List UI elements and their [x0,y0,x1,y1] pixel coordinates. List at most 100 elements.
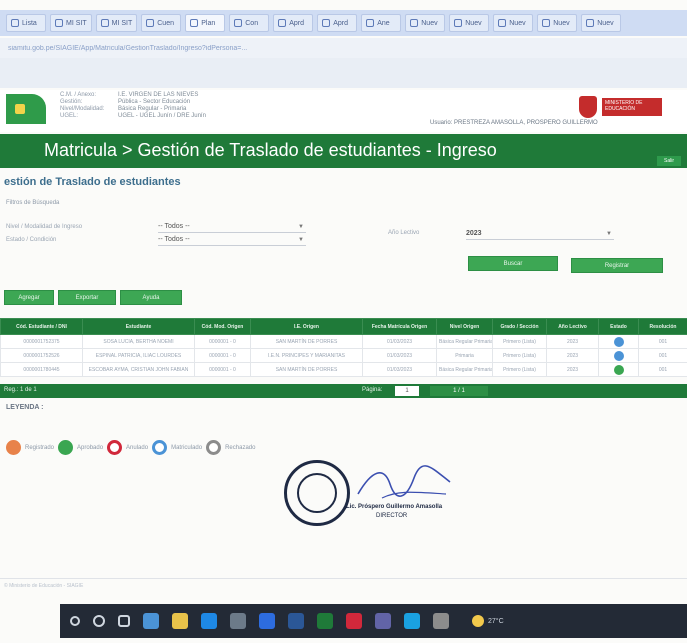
browser-tab[interactable]: Nuev [493,14,534,32]
browser-tab-strip: Lista MI SIT MI SIT Cuen Plan Con Aprd Aprd Ane N… [0,10,687,36]
tab-favicon-icon [498,19,507,27]
file-explorer-icon[interactable] [172,613,188,629]
table-row[interactable]: 0000001752375 SOSA LUCIA, BERTHA NOEMI 0… [0,334,687,349]
page-select[interactable]: 1 [395,386,419,396]
level-filter-value: -- Todos -- [158,223,190,230]
bookmarks-band [0,58,687,88]
settings-icon[interactable] [433,613,449,629]
browser-tab[interactable]: Nuev [405,14,446,32]
cell-status[interactable] [598,334,639,349]
legend-title: LEYENDA : [6,404,44,411]
browser-tab[interactable]: Lista [6,14,46,32]
browser-tab[interactable]: Plan [185,14,226,32]
cell-student: ESCOBAR AYMA, CRISTIAN JOHN FABIAN [82,362,195,377]
browser-tab[interactable]: MI SIT [95,14,138,32]
transfer-table: Cód. Estudiante / DNI Estudiante Cód. Mo… [0,318,687,377]
level-filter-select[interactable]: -- Todos -- ▼ [158,221,306,233]
column-header: Estudiante [82,318,195,335]
school-info-value: Pública - Sector Educación [118,99,191,105]
table-row[interactable]: 0000001752526 ESPINAL PATRICIA, ILIAC LO… [0,348,687,363]
cell-code: 0000001 - 0 [194,348,251,363]
browser-tab-label: Aprd [333,19,349,27]
footer-divider [0,578,687,579]
browser-tab-label: Nuev [509,19,526,27]
system-tray[interactable]: 27°C [472,615,504,627]
chrome-icon[interactable] [143,613,159,629]
cell-grade: Primero (Lista) [492,334,547,349]
browser-tab[interactable]: Nuev [537,14,578,32]
export-button[interactable]: Exportar [58,290,116,305]
school-info-label: C.M. / Anexo: [60,92,97,98]
powerpoint-icon[interactable] [346,613,362,629]
director-role: DIRECTOR [376,513,408,519]
official-seal-icon [284,460,350,526]
word-icon[interactable] [288,613,304,629]
tab-favicon-icon [11,19,19,27]
cell-status[interactable] [598,348,639,363]
state-filter-select[interactable]: -- Todos -- ▼ [158,234,306,246]
cell-level: Básica Regular Primaria [436,334,493,349]
browser-tab-label: Lista [22,19,37,27]
peru-shield-icon [579,96,597,118]
edge-icon[interactable] [201,613,217,629]
photos-icon[interactable] [404,613,420,629]
browser-tab[interactable]: Aprd [273,14,314,32]
cell-status[interactable] [598,362,639,377]
column-header: I.E. Origen [250,318,363,335]
exit-button[interactable]: Salir [657,156,681,166]
task-view-icon[interactable] [118,615,130,627]
cell-date: 01/03/2023 [362,348,437,363]
tab-favicon-icon [410,19,419,27]
column-header: Nivel Origen [436,318,493,335]
mail-icon[interactable] [259,613,275,629]
search-icon[interactable] [93,615,105,627]
status-aprobado-icon[interactable] [613,364,624,375]
search-button[interactable]: Buscar [468,256,558,271]
url-text[interactable]: siamitu.gob.pe/SIAGIE/App/Matricula/Gest… [8,45,528,52]
tab-favicon-icon [322,19,331,27]
app-header: C.M. / Anexo: I.E. VIRGEN DE LAS NIEVES G… [0,90,687,132]
tab-favicon-icon [55,19,63,27]
cell-date: 01/03/2023 [362,362,437,377]
browser-tab[interactable]: Con [229,14,270,32]
help-button[interactable]: Ayuda [120,290,182,305]
page-navigation[interactable]: 1 / 1 [430,386,488,396]
excel-icon[interactable] [317,613,333,629]
address-bar[interactable]: siamitu.gob.pe/SIAGIE/App/Matricula/Gest… [0,38,687,58]
store-icon[interactable] [230,613,246,629]
teams-icon[interactable] [375,613,391,629]
register-button[interactable]: Registrar [571,258,663,273]
status-matriculado-icon[interactable] [613,350,624,361]
school-info-label: Gestión: [60,99,83,105]
table-row[interactable]: 0000001780445 ESCOBAR AYMA, CRISTIAN JOH… [0,362,687,377]
browser-tab[interactable]: Aprd [317,14,358,32]
tab-favicon-icon [100,19,109,27]
browser-tab[interactable]: MI SIT [50,14,92,32]
handwritten-signature-icon [357,465,451,499]
add-button[interactable]: Agregar [4,290,54,305]
tab-favicon-icon [278,19,287,27]
column-header: Cód. Estudiante / DNI [0,318,83,335]
cell-code: 0000001 - 0 [194,362,251,377]
year-filter-select[interactable]: 2023 ▼ [466,228,614,240]
browser-tab[interactable]: Ane [361,14,402,32]
column-header: Grado / Sección [492,318,547,335]
school-info-label: Nivel/Modalidad: [60,106,105,112]
column-header: Año Lectivo [546,318,599,335]
browser-tab[interactable]: Cuen [141,14,182,32]
cell-year: 2023 [546,362,599,377]
status-matriculado-icon[interactable] [613,336,624,347]
cell-grade: Primero (Lista) [492,362,547,377]
cell-year: 2023 [546,334,599,349]
cell-ie: I.E.N. PRINCIPES Y MARIANITAS [250,348,363,363]
browser-tab[interactable]: Nuev [581,14,622,32]
browser-tab[interactable]: Nuev [449,14,490,32]
approved-status-icon [58,440,74,455]
start-icon[interactable] [70,616,80,626]
cell-level: Primaria [436,348,493,363]
school-info-value: UGEL - UGEL Junín / DRE Junín [118,113,206,119]
school-info: C.M. / Anexo: I.E. VIRGEN DE LAS NIEVES G… [60,92,288,119]
cell-year: 2023 [546,348,599,363]
filter-caption: Filtros de Búsqueda [6,200,60,206]
browser-tab-label: Nuev [421,19,438,27]
